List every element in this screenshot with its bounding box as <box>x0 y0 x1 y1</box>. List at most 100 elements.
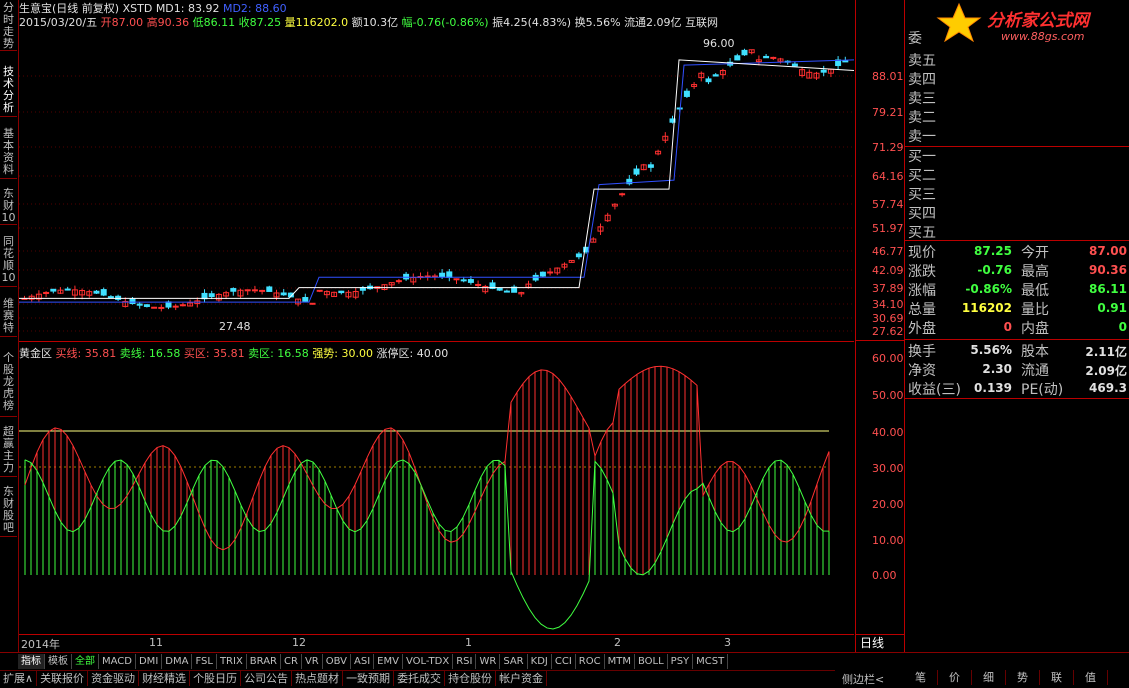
status-tabs: 扩展∧ 关联报价 资金驱动 财经精选 个股日历 公司公告 热点题材 一致预期 委托成交 持仓股份帐… <box>0 670 835 688</box>
tab-intraday[interactable]: 分时走势 <box>0 0 17 51</box>
fundamental-row: 净资 2.30 流通 2.09亿 <box>905 360 1129 380</box>
detail-tab[interactable]: 值 <box>1074 670 1108 685</box>
indicator-plot[interactable] <box>19 342 854 634</box>
status-tab[interactable]: 持仓股份 <box>445 671 497 686</box>
candle-body <box>467 279 474 283</box>
indicator-tab[interactable]: 指标 <box>18 654 45 669</box>
indicator-tab[interactable]: VOL-TDX <box>403 654 454 669</box>
indicator-chart[interactable]: 黄金区 买线: 35.81 卖线: 16.58 买区: 35.81 卖区: 16… <box>19 341 854 634</box>
candle-body <box>338 290 345 294</box>
indicator-tab[interactable]: MACD <box>99 654 136 669</box>
indicator-tab[interactable]: DMA <box>162 654 193 669</box>
divider <box>905 398 1129 399</box>
tab-fundamentals[interactable]: 基本资料 <box>0 126 17 179</box>
tab-tonghuashun[interactable]: 同花顺10 <box>0 234 17 287</box>
status-tab[interactable]: 财经精选 <box>139 671 191 686</box>
indicator-tab[interactable]: CCI <box>552 654 576 669</box>
stat-label: 今开 <box>1021 245 1049 261</box>
indicator-tab[interactable]: BOLL <box>635 654 668 669</box>
detail-tab[interactable]: 价 <box>938 670 972 685</box>
indicator-tab[interactable]: DMI <box>136 654 163 669</box>
indicator-tab[interactable]: VR <box>302 654 323 669</box>
fundamental-label: 收益(三) <box>908 382 961 398</box>
low-marker: 27.48 <box>219 320 251 333</box>
indicator-tab[interactable]: 模板 <box>45 654 72 669</box>
candle-body <box>496 287 503 291</box>
indicator-tab[interactable]: EMV <box>374 654 403 669</box>
indicator-tab[interactable]: TRIX <box>217 654 247 669</box>
candle-body <box>734 55 741 61</box>
indicator-tab[interactable]: ASI <box>351 654 375 669</box>
stat-label: 量比 <box>1021 302 1049 318</box>
indicator-tab[interactable]: PSY <box>668 654 694 669</box>
tab-weisaite[interactable]: 维赛特 <box>0 296 17 337</box>
md1-line <box>19 59 854 299</box>
tab-dragon-tiger[interactable]: 个股龙虎榜 <box>0 350 17 417</box>
indicator-tab[interactable]: 全部 <box>72 654 99 669</box>
indicator-tick: 40.00 <box>872 426 904 439</box>
indicator-tab[interactable]: ROC <box>576 654 605 669</box>
period-label[interactable]: 日线 <box>860 634 884 651</box>
status-tab[interactable]: 委托成交 <box>394 671 446 686</box>
candle-body <box>741 49 748 56</box>
buy-level-label: 买三 <box>908 187 936 203</box>
candle-body <box>100 289 107 296</box>
logo-url: www.88gs.com <box>1001 30 1085 43</box>
buy-level-label: 买二 <box>908 168 936 184</box>
indicator-tab[interactable]: OBV <box>323 654 351 669</box>
sell-level-label: 卖一 <box>908 129 936 145</box>
tab-technical[interactable]: 技术分析 <box>0 64 17 117</box>
fundamental-value: 2.09亿 <box>1085 364 1127 378</box>
indicator-tab[interactable]: CR <box>281 654 302 669</box>
status-tab[interactable]: 公司公告 <box>241 671 293 686</box>
indicator-tab[interactable]: MTM <box>605 654 635 669</box>
tab-forum[interactable]: 东财股吧 <box>0 484 17 537</box>
status-tab[interactable]: 个股日历 <box>190 671 242 686</box>
sidebar-toggle[interactable]: 侧边栏< <box>842 671 884 687</box>
status-tab[interactable]: 关联报价 <box>37 671 89 686</box>
indicator-tab[interactable]: KDJ <box>528 654 552 669</box>
sell-level-row: 卖二 <box>905 107 1129 127</box>
price-tick: 88.01 <box>872 70 904 83</box>
price-tick: 79.21 <box>872 106 904 119</box>
status-tab[interactable]: 扩展∧ <box>0 671 38 686</box>
kline-plot[interactable] <box>19 0 854 340</box>
candle-body <box>460 279 467 282</box>
tab-eastmoney[interactable]: 东财10 <box>0 186 17 225</box>
bottom-bar: 指标 模板 全部 MACD DMI DMA FSL TRIX BRAR CR VR OBV ASI EMV… <box>0 652 1129 688</box>
kline-chart[interactable]: 生意宝(日线 前复权) XSTD MD1: 83.92 MD2: 88.60 2… <box>19 0 854 340</box>
stat-value: 0.91 <box>1097 301 1127 315</box>
candle-body <box>143 304 150 307</box>
candle-body <box>820 69 827 73</box>
tab-super-main[interactable]: 超赢主力 <box>0 424 17 477</box>
status-tab[interactable]: 帐户资金 <box>496 671 548 686</box>
candle-body <box>136 303 143 306</box>
detail-tab[interactable]: 笔 <box>904 670 938 685</box>
detail-tab[interactable]: 势 <box>1006 670 1040 685</box>
fundamental-row: 换手 5.56% 股本 2.11亿 <box>905 341 1129 361</box>
indicator-tab[interactable]: SAR <box>500 654 528 669</box>
price-tick: 30.69 <box>872 312 904 325</box>
stat-row: 现价 87.25 今开 87.00 <box>905 242 1129 262</box>
indicator-tick: 30.00 <box>872 462 904 475</box>
candle-body <box>619 193 626 196</box>
indicator-tab[interactable]: MCST <box>693 654 729 669</box>
indicator-tab[interactable]: RSI <box>453 654 477 669</box>
candle-body <box>403 273 410 280</box>
indicator-tab[interactable]: WR <box>476 654 501 669</box>
indicator-tab[interactable]: BRAR <box>247 654 281 669</box>
candle-body <box>309 302 316 305</box>
sell-level-label: 卖二 <box>908 110 936 126</box>
candle-body <box>475 283 482 286</box>
md2-line <box>19 59 854 303</box>
stat-label: 外盘 <box>908 321 936 337</box>
detail-tab[interactable]: 细 <box>972 670 1006 685</box>
status-tab[interactable]: 资金驱动 <box>88 671 140 686</box>
detail-tab[interactable]: 联 <box>1040 670 1074 685</box>
indicator-tab[interactable]: FSL <box>192 654 217 669</box>
candle-body <box>446 271 453 278</box>
candle-body <box>770 56 777 59</box>
sell-level-row: 卖一 <box>905 126 1129 146</box>
status-tab[interactable]: 一致预期 <box>343 671 395 686</box>
status-tab[interactable]: 热点题材 <box>292 671 344 686</box>
